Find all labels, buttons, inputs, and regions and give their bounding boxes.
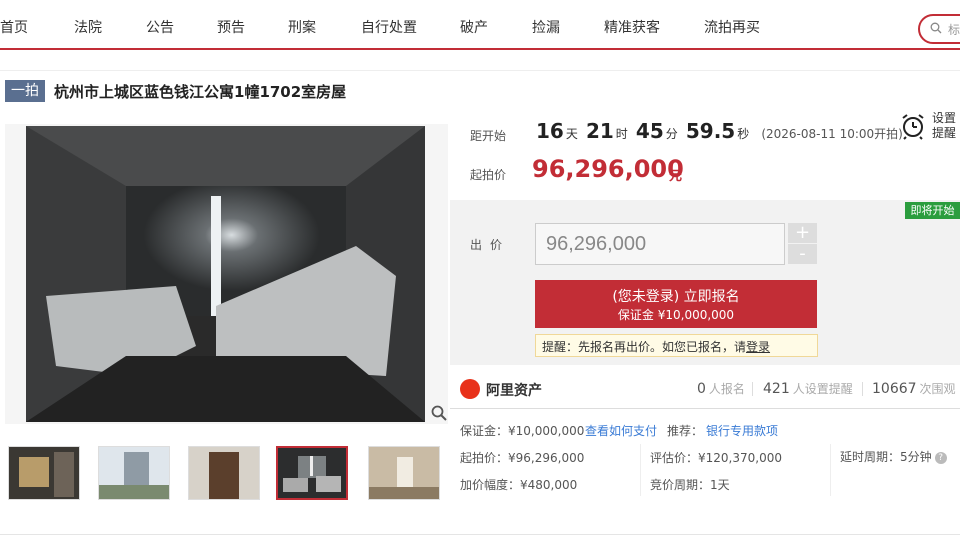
stat-divider xyxy=(862,382,863,396)
main-image-panel xyxy=(5,124,448,424)
bid-increment-label: 加价幅度： xyxy=(460,478,521,492)
thumbnail-2-image xyxy=(99,447,169,499)
countdown-seconds: 59.5 xyxy=(685,119,736,143)
start-price-value: 96,296,000 xyxy=(532,155,684,183)
start-price-info-label: 起拍价： xyxy=(460,451,509,465)
nav-item-criminal[interactable]: 刑案 xyxy=(288,17,316,37)
zoom-icon[interactable] xyxy=(431,405,447,421)
countdown-minutes: 45 xyxy=(635,119,664,143)
auction-round-tag: 一拍 xyxy=(5,80,45,102)
bid-increment-info: 加价幅度：¥480,000 xyxy=(460,476,577,493)
increase-bid-button[interactable]: + xyxy=(788,223,817,243)
view-count-value: 10667 xyxy=(872,381,917,397)
divider xyxy=(0,70,960,71)
search-input[interactable]: 标 xyxy=(918,14,960,44)
thumbnail-2[interactable] xyxy=(98,446,170,500)
delay-period-label: 延时周期： xyxy=(840,450,901,464)
remind-count-value: 421 xyxy=(763,381,790,397)
bid-period-label: 竞价周期： xyxy=(650,478,711,492)
nav-item-home[interactable]: 首页 xyxy=(0,17,28,37)
nav-item-bankruptcy[interactable]: 破产 xyxy=(460,17,488,37)
countdown-hours-unit: 时 xyxy=(615,127,628,141)
bid-increment-value: ¥480,000 xyxy=(520,478,578,492)
bank-payment-link[interactable]: 银行专用款项 xyxy=(706,422,778,439)
set-reminder-button[interactable]: 设置 提醒 xyxy=(932,111,960,141)
thumbnail-1-image xyxy=(9,447,79,499)
signup-count: 0 人报名 xyxy=(697,380,745,397)
start-price-info-value: ¥96,296,000 xyxy=(508,451,585,465)
search-placeholder: 标 xyxy=(948,23,960,37)
signup-button-label: (您未登录) 立即报名 xyxy=(612,289,740,305)
bid-label: 出价 xyxy=(470,238,511,252)
deposit-label: 保证金： xyxy=(460,424,509,438)
nav-item-rebuy[interactable]: 流拍再买 xyxy=(704,17,760,37)
thumbnail-5[interactable] xyxy=(368,446,440,500)
evaluation-price-value: ¥120,370,000 xyxy=(698,451,782,465)
start-price-info: 起拍价：¥96,296,000 xyxy=(460,449,584,466)
remind-count: 421 人设置提醒 xyxy=(763,380,853,397)
countdown-minutes-unit: 分 xyxy=(665,127,678,141)
bid-period-value: 1天 xyxy=(710,478,730,492)
nav-item-notice[interactable]: 公告 xyxy=(146,17,174,37)
thumbnail-3[interactable] xyxy=(188,446,260,500)
search-icon xyxy=(930,22,942,34)
set-reminder-line1: 设置 xyxy=(932,111,957,125)
signup-button-deposit: 保证金 ¥10,000,000 xyxy=(617,308,735,322)
nav-item-precise-customer[interactable]: 精准获客 xyxy=(604,17,660,37)
recommend-label: 推荐： xyxy=(667,424,704,438)
signup-count-label: 人报名 xyxy=(708,382,745,396)
delay-period-info: 延时周期：5分钟? xyxy=(840,448,947,465)
status-badge: 即将开始 xyxy=(905,202,960,219)
countdown-hours: 21 xyxy=(585,119,614,143)
delay-period-value: 5分钟 xyxy=(900,450,932,464)
how-to-pay-link[interactable]: 查看如何支付 xyxy=(585,422,657,439)
countdown-days-unit: 天 xyxy=(565,127,578,141)
recommend-info: 推荐： xyxy=(667,422,703,439)
thumbnail-4-active[interactable] xyxy=(276,446,348,500)
countdown-days: 16 xyxy=(536,119,564,143)
signup-button[interactable]: (您未登录) 立即报名 保证金 ¥10,000,000 xyxy=(535,280,817,328)
column-divider xyxy=(640,444,641,496)
ali-assets-logo-icon xyxy=(460,379,480,399)
thumbnail-5-image xyxy=(369,447,439,499)
signup-count-value: 0 xyxy=(697,381,706,397)
column-divider xyxy=(830,444,831,496)
view-count-label: 次围观 xyxy=(919,382,956,396)
evaluation-price-info: 评估价：¥120,370,000 xyxy=(650,449,782,466)
login-tip-text: 提醒：先报名再出价。如您已报名，请 xyxy=(542,340,747,354)
login-link[interactable]: 登录 xyxy=(746,340,770,354)
start-price-label: 起拍价 xyxy=(470,168,507,182)
deposit-value: ¥10,000,000 xyxy=(508,424,585,438)
view-count: 10667 次围观 xyxy=(872,380,956,397)
nav-item-self-disposal[interactable]: 自行处置 xyxy=(361,17,417,37)
thumbnail-1[interactable] xyxy=(8,446,80,500)
countdown-seconds-unit: 秒 xyxy=(737,127,750,141)
login-tip: 提醒：先报名再出价。如您已报名，请登录 xyxy=(535,334,818,357)
thumbnail-3-image xyxy=(189,447,259,499)
deposit-info: 保证金：¥10,000,000 xyxy=(460,422,584,439)
divider xyxy=(0,534,960,535)
evaluation-price-label: 评估价： xyxy=(650,451,699,465)
help-icon[interactable]: ? xyxy=(934,451,947,464)
start-price-unit: 元 xyxy=(669,169,683,184)
remind-count-label: 人设置提醒 xyxy=(792,382,853,396)
page-title: 杭州市上城区蓝色钱江公寓1幢1702室房屋 xyxy=(54,83,347,101)
stat-divider xyxy=(752,382,753,396)
countdown: 16 天 21 时 45 分 59.5 秒 (2026-08-11 10:00开拍) xyxy=(536,119,903,143)
main-property-photo[interactable] xyxy=(26,126,425,422)
bid-period-info: 竞价周期：1天 xyxy=(650,476,730,493)
countdown-label: 距开始 xyxy=(470,129,507,143)
divider xyxy=(450,408,960,409)
brand-name: 阿里资产 xyxy=(486,383,542,399)
nav-item-bargain[interactable]: 捡漏 xyxy=(532,17,560,37)
set-reminder-line2: 提醒 xyxy=(932,126,957,140)
bid-amount-input[interactable] xyxy=(535,223,785,265)
nav-item-court[interactable]: 法院 xyxy=(74,17,102,37)
nav-item-preview[interactable]: 预告 xyxy=(217,17,245,37)
top-nav: 首页 法院 公告 预告 刑案 自行处置 破产 捡漏 精准获客 流拍再买 标 xyxy=(0,0,960,50)
decrease-bid-button[interactable]: - xyxy=(788,244,817,264)
alarm-clock-icon[interactable] xyxy=(900,112,926,140)
start-time: (2026-08-11 10:00开拍) xyxy=(761,127,903,141)
thumbnail-4-image xyxy=(278,448,346,498)
